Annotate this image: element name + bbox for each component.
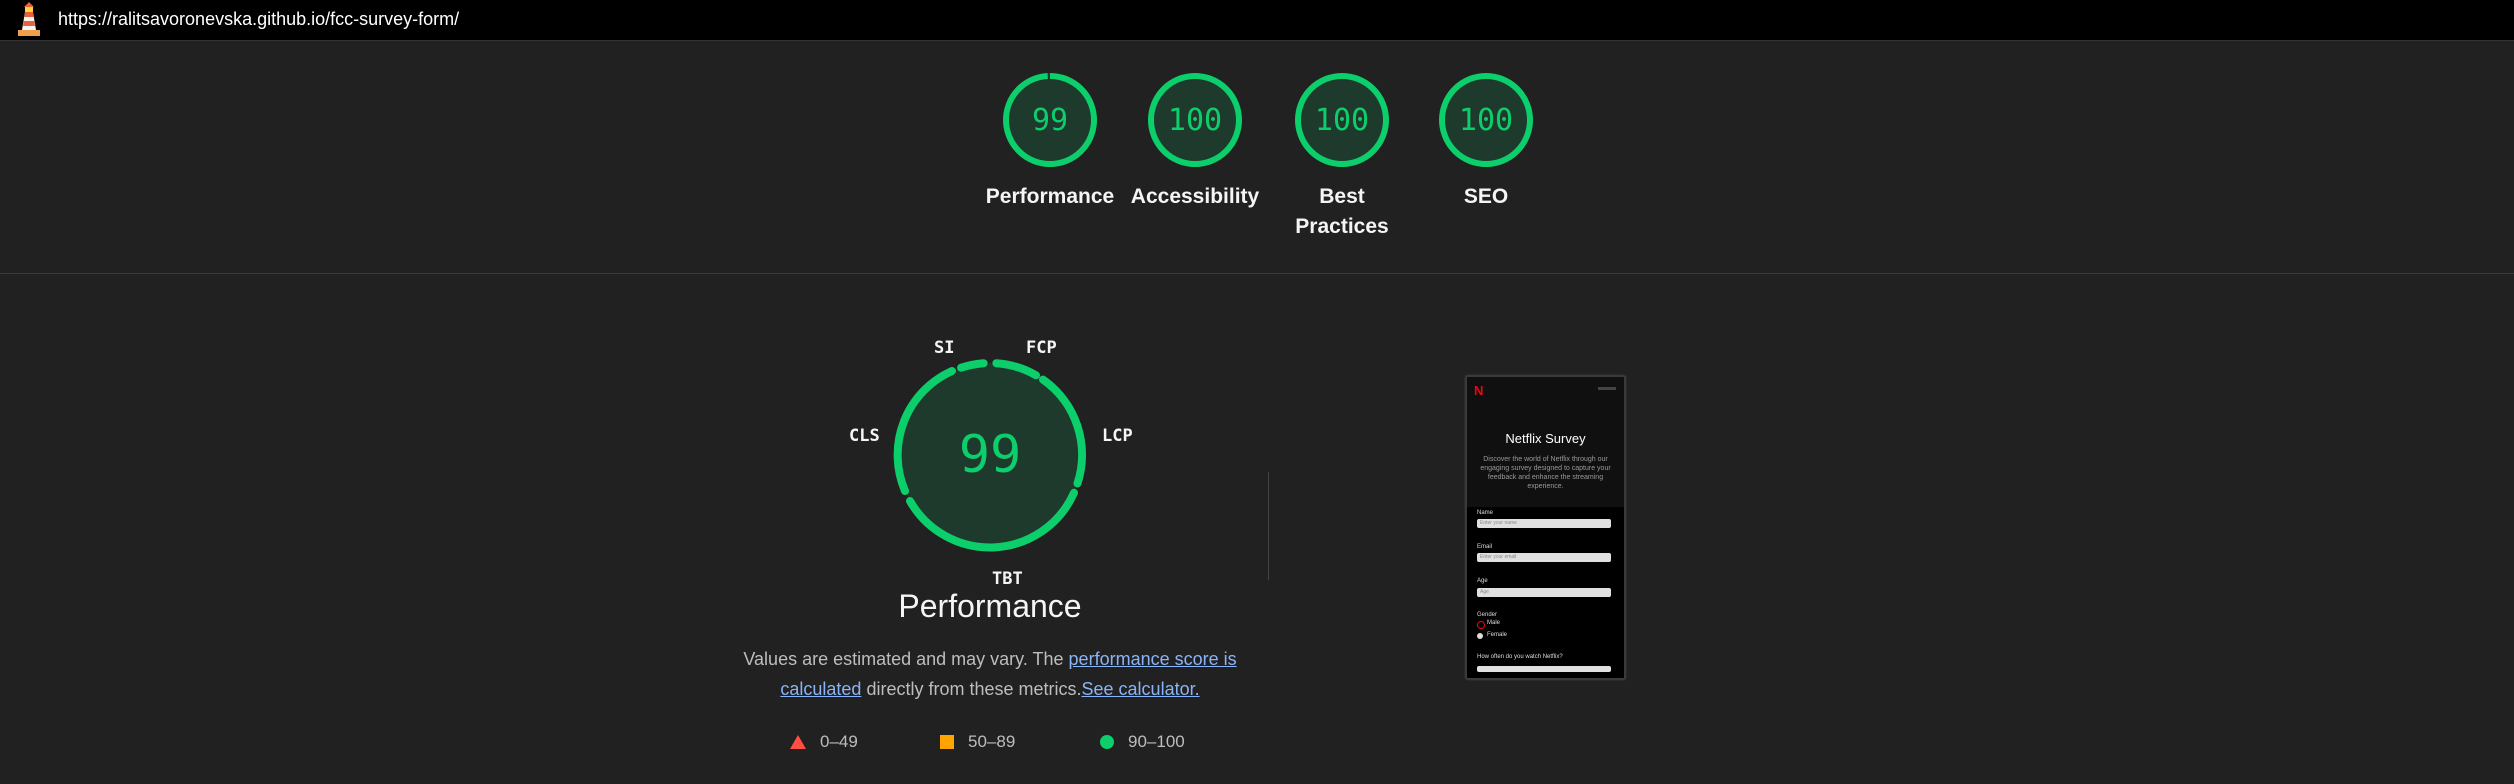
- gauge-best-practices[interactable]: 100 Best Practices: [1272, 70, 1412, 242]
- thumb-email-input: Enter your email: [1477, 553, 1611, 562]
- gauge-label: Performance: [985, 185, 1115, 208]
- thumb-title: Netflix Survey: [1505, 431, 1586, 446]
- thumb-name-input: Enter your name: [1477, 519, 1611, 528]
- metric-label-fcp: FCP: [1026, 338, 1057, 358]
- gauge-score: 100: [1167, 103, 1223, 138]
- page-url[interactable]: https://ralitsavoronevska.github.io/fcc-…: [58, 9, 459, 30]
- gauge-label: SEO: [1463, 185, 1509, 208]
- thumb-field-label: Age: [1477, 578, 1488, 584]
- metric-label-si: SI: [934, 338, 955, 358]
- gauge-score: 100: [1314, 103, 1370, 138]
- legend-average: 50–89: [940, 732, 1015, 752]
- thumb-radio-male: [1477, 621, 1485, 629]
- thumb-question: How often do you watch Netflix?: [1477, 654, 1563, 660]
- metric-label-tbt: TBT: [992, 569, 1023, 589]
- score-gauges: 99 Performance 100 Accessibility 100 Bes…: [0, 70, 2514, 270]
- gauge-label: Accessibility: [1130, 185, 1260, 208]
- triangle-icon: [790, 735, 806, 749]
- legend-label: 0–49: [820, 732, 858, 751]
- thumb-select: [1477, 666, 1611, 672]
- vertical-separator: [1268, 472, 1269, 580]
- gauge-performance[interactable]: 99 Performance: [980, 70, 1120, 212]
- gauge-score: 99: [1031, 103, 1069, 138]
- thumb-nav: [1598, 387, 1616, 390]
- performance-description: Values are estimated and may vary. The p…: [730, 644, 1250, 704]
- gauge-accessibility[interactable]: 100 Accessibility: [1125, 70, 1265, 212]
- thumb-radio-label: Female: [1487, 632, 1508, 638]
- legend-pass: 90–100: [1100, 732, 1185, 752]
- thumb-field-label: Name: [1477, 510, 1494, 516]
- lighthouse-icon: [18, 2, 40, 36]
- gauge-score: 100: [1458, 103, 1514, 138]
- thumb-field-label: Email: [1477, 544, 1493, 550]
- gauge-label: Best Practices: [1295, 185, 1389, 238]
- gauge-seo[interactable]: 100 SEO: [1416, 70, 1556, 212]
- metric-label-cls: CLS: [849, 426, 880, 446]
- circle-icon: [1100, 735, 1114, 749]
- thumb-age-input: Age: [1477, 588, 1611, 597]
- desc-text-1: Values are estimated and may vary. The: [743, 649, 1069, 669]
- performance-score: 99: [958, 425, 1022, 485]
- thumb-radio-label: Male: [1487, 620, 1501, 626]
- thumb-description: Discover the world of Netflix through ou…: [1480, 456, 1611, 490]
- legend-label: 90–100: [1128, 732, 1185, 751]
- thumb-gender-label: Gender: [1477, 612, 1498, 618]
- metric-label-lcp: LCP: [1102, 426, 1133, 446]
- url-bar: https://ralitsavoronevska.github.io/fcc-…: [0, 0, 2514, 41]
- desc-text-2: directly from these metrics.: [861, 679, 1082, 699]
- see-calculator-link[interactable]: See calculator.: [1082, 679, 1200, 699]
- netflix-logo: N: [1474, 383, 1484, 398]
- thumb-radio-female: [1477, 633, 1483, 639]
- square-icon: [940, 735, 954, 749]
- page-screenshot-thumbnail[interactable]: N Netflix Survey Discover the world of N…: [1465, 375, 1626, 680]
- section-divider: [0, 273, 2514, 274]
- performance-title: Performance: [898, 588, 1082, 624]
- performance-gauge: 99: [880, 335, 1100, 595]
- legend-label: 50–89: [968, 732, 1016, 751]
- metric-arc-si: [957, 359, 988, 372]
- legend-fail: 0–49: [790, 732, 858, 752]
